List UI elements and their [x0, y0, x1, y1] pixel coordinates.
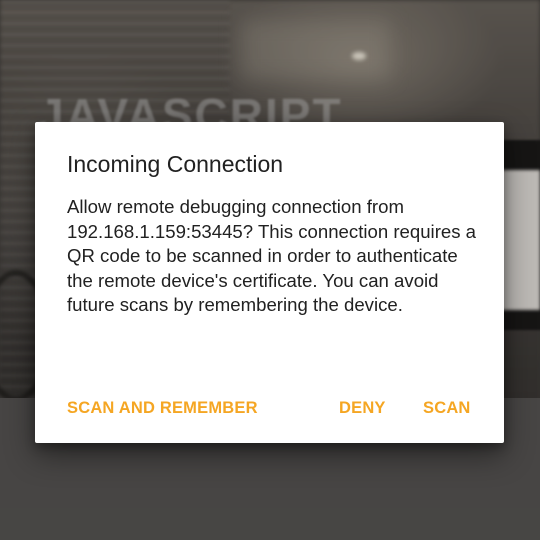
dialog-message: Allow remote debugging connection from 1…	[67, 196, 477, 315]
screen: JAVASCRIPT Incoming Connection Allow rem…	[0, 0, 540, 540]
dialog-actions: SCAN AND REMEMBER DENY SCAN	[35, 392, 504, 424]
dialog-title: Incoming Connection	[67, 151, 284, 177]
deny-button[interactable]: DENY	[339, 392, 386, 424]
scan-and-remember-button[interactable]: SCAN AND REMEMBER	[67, 392, 258, 424]
scan-button[interactable]: SCAN	[423, 392, 471, 424]
incoming-connection-dialog: Incoming Connection Allow remote debuggi…	[35, 122, 504, 443]
